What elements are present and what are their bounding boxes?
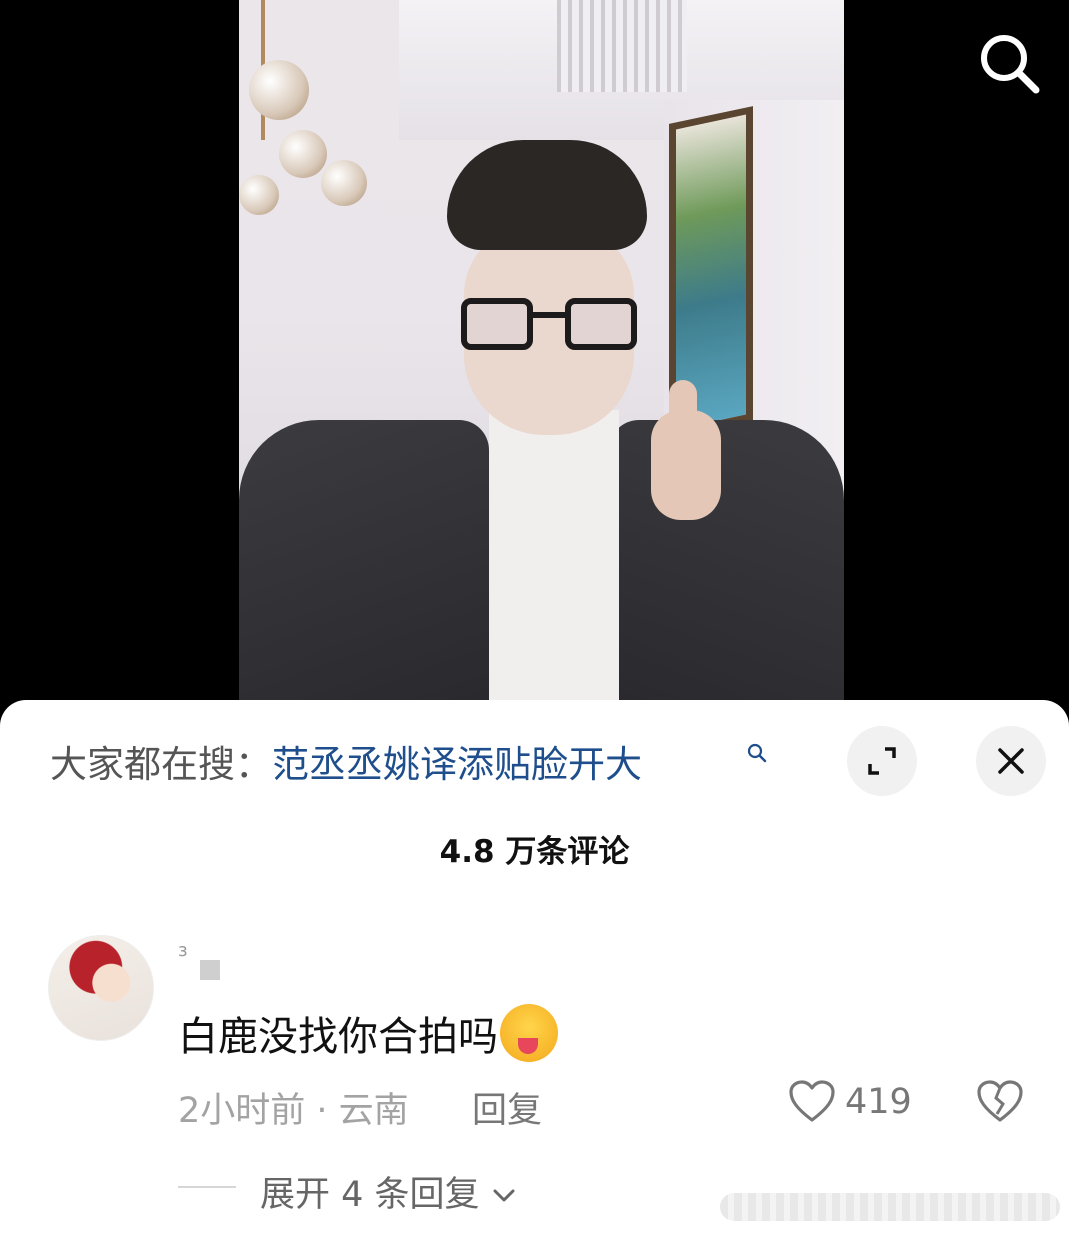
chandelier: [239, 0, 399, 230]
hot-search-bar[interactable]: 大家都在搜：范丞丞姚译添贴脸开大: [50, 734, 642, 788]
broken-heart-icon[interactable]: [976, 1080, 1024, 1124]
comment-meta: 2小时前 · 云南: [178, 1091, 409, 1131]
reply-divider: [178, 1186, 236, 1188]
comment-count: 4.8 万条评论: [439, 834, 630, 870]
expand-button[interactable]: [847, 726, 917, 796]
hot-search-prefix: 大家都在搜：: [50, 743, 272, 786]
thumbs-up-hand: [651, 410, 721, 520]
comment-text: 白鹿没找你合拍吗: [178, 1004, 558, 1062]
video-player[interactable]: [0, 0, 1069, 720]
hair: [447, 140, 647, 250]
like-count: 419: [845, 1082, 912, 1122]
winking-tongue-face-emoji-icon: [500, 1004, 558, 1062]
expand-replies-button[interactable]: 展开 4 条回复: [260, 1166, 517, 1217]
avatar[interactable]: [48, 935, 154, 1041]
close-icon: [998, 748, 1024, 774]
watermark: [720, 1193, 1060, 1221]
username-redacted: [200, 960, 220, 980]
jacket-right: [609, 420, 844, 700]
reply-button[interactable]: 回复: [472, 1082, 542, 1133]
search-icon[interactable]: [974, 28, 1044, 98]
video-frame: [239, 0, 844, 700]
close-button[interactable]: [976, 726, 1046, 796]
search-small-icon: [747, 743, 767, 763]
comment-body: 白鹿没找你合拍吗: [178, 1014, 498, 1060]
expand-icon: [868, 747, 896, 775]
hot-search-query[interactable]: 范丞丞姚译添贴脸开大: [272, 743, 642, 786]
glasses: [461, 298, 637, 352]
chevron-down-icon: [493, 1189, 515, 1202]
username[interactable]: ɜ: [178, 940, 188, 961]
jacket-left: [239, 420, 489, 700]
heart-icon[interactable]: [788, 1080, 836, 1124]
white-shirt: [489, 410, 619, 700]
ceiling-vent: [557, 0, 687, 92]
expand-replies-label: 展开 4 条回复: [260, 1175, 480, 1215]
